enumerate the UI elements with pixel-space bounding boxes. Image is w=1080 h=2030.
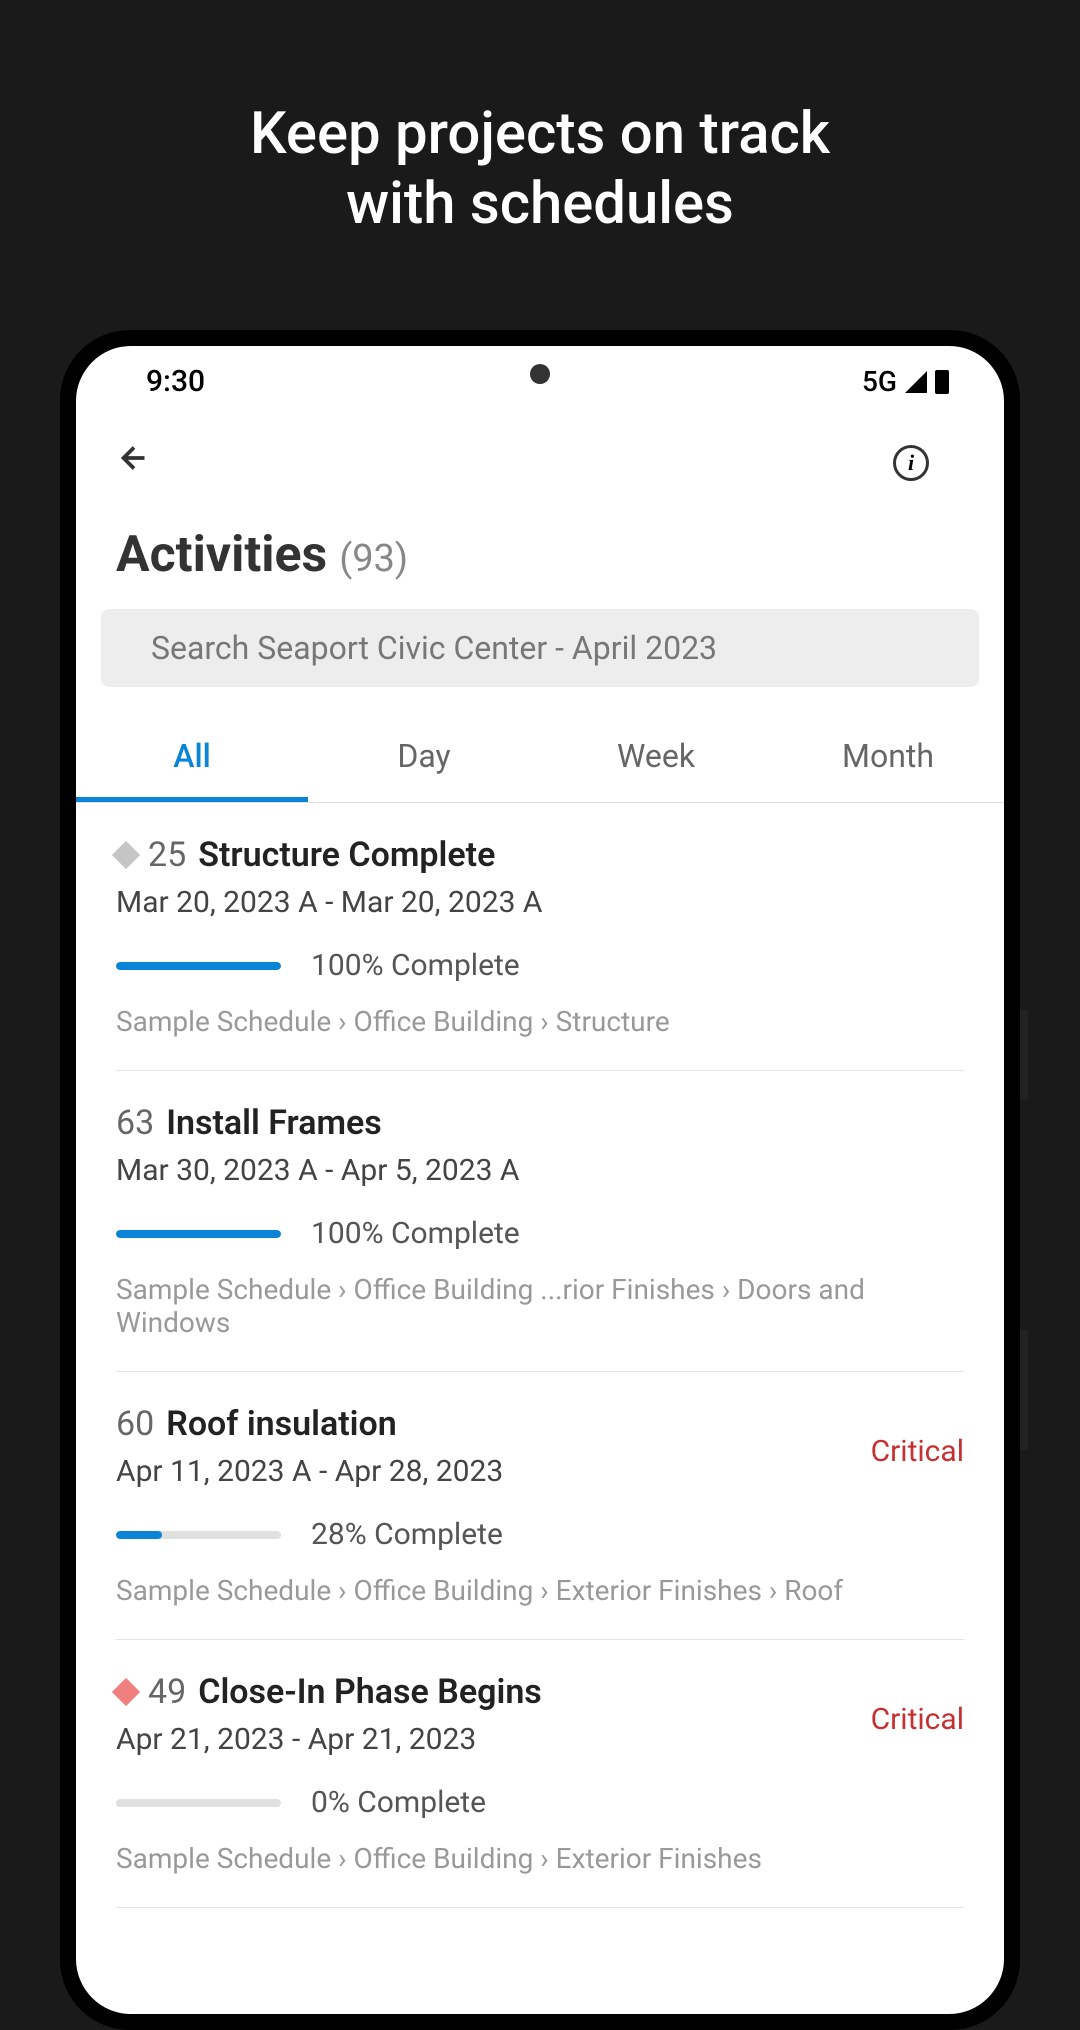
progress-row: 0% Complete [116,1785,964,1820]
status-time: 9:30 [146,364,205,399]
progress-text: 100% Complete [311,1216,520,1251]
progress-bar [116,962,281,970]
critical-badge: Critical [871,1434,964,1469]
progress-bar [116,1230,281,1238]
tabs: All Day Week Month [76,717,1004,803]
arrow-left-icon [116,440,152,476]
search-input[interactable]: Search Seaport Civic Center - April 2023 [101,609,979,687]
progress-fill [116,1531,162,1539]
activity-header: 25 Structure Complete Mar 20, 2023 A - M… [116,835,964,920]
tab-week[interactable]: Week [540,717,772,802]
back-button[interactable] [116,439,152,486]
progress-text: 28% Complete [311,1517,503,1552]
progress-row: 100% Complete [116,948,964,983]
activity-name: Structure Complete [198,835,495,875]
activity-header: 63 Install Frames Mar 30, 2023 A - Apr 5… [116,1103,964,1188]
progress-fill [116,1230,281,1238]
activity-dates: Mar 20, 2023 A - Mar 20, 2023 A [116,885,542,920]
activity-title-row: 60 Roof insulation [116,1404,503,1444]
page-title-row: Activities (93) [76,506,1004,609]
activity-item[interactable]: 49 Close-In Phase Begins Apr 21, 2023 - … [116,1640,964,1908]
phone-screen: 9:30 5G i [76,346,1004,2014]
activity-breadcrumb: Sample Schedule › Office Building ...rio… [116,1273,964,1339]
app-bar: i [76,409,1004,506]
battery-icon [935,370,949,394]
promo-line-1: Keep projects on track [0,100,1080,170]
status-right: 5G [862,365,949,398]
activity-name: Install Frames [166,1103,382,1143]
critical-badge: Critical [871,1702,964,1737]
page-title: Activities [116,526,327,584]
promo-heading: Keep projects on track with schedules [0,0,1080,239]
activity-breadcrumb: Sample Schedule › Office Building › Stru… [116,1005,964,1038]
activity-header: 60 Roof insulation Apr 11, 2023 A - Apr … [116,1404,964,1489]
progress-row: 28% Complete [116,1517,964,1552]
tab-day[interactable]: Day [308,717,540,802]
progress-fill [116,962,281,970]
activity-breadcrumb: Sample Schedule › Office Building › Exte… [116,1574,964,1607]
status-bar: 9:30 5G [76,346,1004,409]
activity-name: Roof insulation [166,1404,396,1444]
page-count: (93) [339,537,408,581]
progress-bar [116,1531,281,1539]
activity-item[interactable]: 60 Roof insulation Apr 11, 2023 A - Apr … [116,1372,964,1640]
network-label: 5G [862,365,897,398]
progress-bar [116,1799,281,1807]
activity-number: 49 [148,1672,186,1712]
activity-title-row: 25 Structure Complete [116,835,542,875]
activity-number: 63 [116,1103,154,1143]
activity-name: Close-In Phase Begins [198,1672,542,1712]
activity-breadcrumb: Sample Schedule › Office Building › Exte… [116,1842,964,1875]
phone-side-button [1020,1330,1028,1450]
progress-row: 100% Complete [116,1216,964,1251]
activity-number: 60 [116,1404,154,1444]
activity-dates: Apr 21, 2023 - Apr 21, 2023 [116,1722,542,1757]
activity-item[interactable]: 63 Install Frames Mar 30, 2023 A - Apr 5… [116,1071,964,1372]
signal-icon [905,371,927,393]
activity-title-row: 63 Install Frames [116,1103,520,1143]
tab-all[interactable]: All [76,717,308,802]
activity-number: 25 [148,835,186,875]
camera-dot [530,364,550,384]
progress-text: 0% Complete [311,1785,486,1820]
milestone-diamond-icon [112,1678,140,1706]
promo-line-2: with schedules [0,170,1080,240]
tab-month[interactable]: Month [772,717,1004,802]
phone-side-button [1020,1010,1028,1100]
phone-frame: 9:30 5G i [60,330,1020,2030]
info-button[interactable]: i [893,445,929,481]
search-placeholder: Search Seaport Civic Center - April 2023 [151,629,717,667]
activity-list: 25 Structure Complete Mar 20, 2023 A - M… [76,803,1004,1908]
activity-title-row: 49 Close-In Phase Begins [116,1672,542,1712]
progress-text: 100% Complete [311,948,520,983]
activity-header: 49 Close-In Phase Begins Apr 21, 2023 - … [116,1672,964,1757]
activity-dates: Apr 11, 2023 A - Apr 28, 2023 [116,1454,503,1489]
activity-item[interactable]: 25 Structure Complete Mar 20, 2023 A - M… [116,803,964,1071]
activity-dates: Mar 30, 2023 A - Apr 5, 2023 A [116,1153,520,1188]
milestone-diamond-icon [112,841,140,869]
